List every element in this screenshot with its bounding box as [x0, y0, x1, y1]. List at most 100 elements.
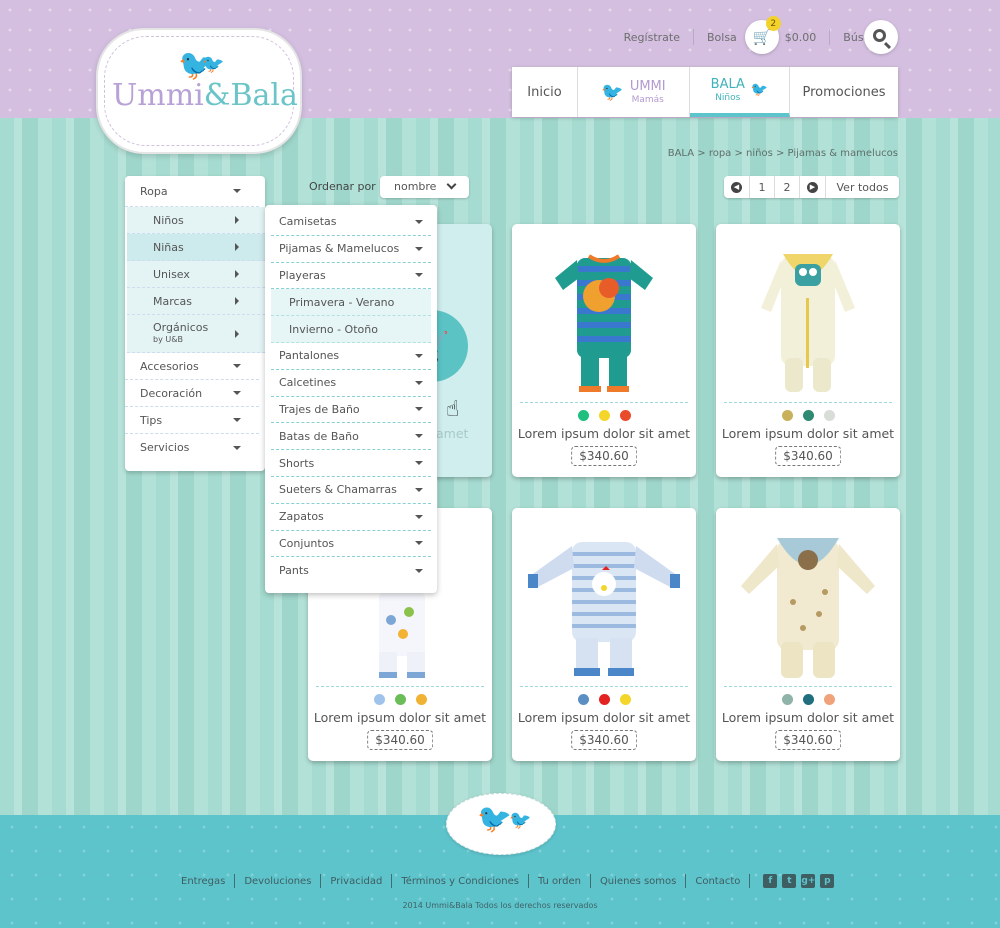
nav-item-bala[interactable]: BALA Niños 🐦 [690, 67, 790, 117]
submenu-subitem[interactable]: Primavera - Verano [271, 289, 431, 317]
product-price: $340.60 [571, 730, 637, 750]
color-swatch[interactable] [781, 694, 793, 705]
submenu-item[interactable]: Playeras [271, 263, 431, 290]
sidebar-subitem-marcas[interactable]: Marcas [127, 288, 265, 315]
sidebar-item-label: Unisex [153, 267, 190, 281]
footer-link-contacto[interactable]: Contacto [695, 876, 740, 887]
prev-page-button[interactable]: ◀ [724, 176, 750, 198]
submenu-item[interactable]: Camisetas [271, 209, 431, 236]
hand-cursor-icon: ☝ [446, 397, 460, 422]
caret-down-icon [415, 407, 423, 412]
caret-down-icon [233, 418, 241, 422]
logo[interactable]: 🐦 🐦 Ummi&Bala [96, 28, 302, 154]
nav-label: Inicio [527, 84, 562, 100]
sidebar-item-servicios[interactable]: Servicios [125, 434, 259, 461]
cart-button[interactable]: 🛒 2 [744, 16, 781, 54]
product-image[interactable] [726, 516, 890, 688]
submenu-item[interactable]: Trajes de Baño [271, 397, 431, 424]
page-button[interactable]: 2 [775, 176, 800, 198]
sidebar-item-label: Tips [140, 413, 163, 427]
color-swatch[interactable] [598, 694, 610, 705]
google-plus-icon[interactable]: g+ [801, 874, 816, 888]
product-image[interactable] [726, 232, 890, 404]
color-options [512, 410, 696, 421]
submenu-item[interactable]: Sueters & Chamarras [271, 477, 431, 504]
facebook-icon[interactable]: f [763, 874, 778, 888]
submenu-item[interactable]: Calcetines [271, 370, 431, 397]
product-card[interactable]: Lorem ipsum dolor sit amet $340.60 [512, 224, 696, 477]
twitter-icon[interactable]: t [782, 874, 797, 888]
caret-down-icon [233, 364, 241, 368]
footer-links: Entregas Devoluciones Privacidad Término… [181, 874, 835, 888]
breadcrumb[interactable]: BALA > ropa > niños > Pijamas & mameluco… [668, 148, 898, 159]
submenu-item[interactable]: Conjuntos [271, 531, 431, 558]
submenu-item[interactable]: Pijamas & Mamelucos [271, 236, 431, 263]
submenu-item[interactable]: Shorts [271, 450, 431, 477]
submenu-item[interactable]: Pants [271, 557, 431, 584]
footer-link-entregas[interactable]: Entregas [181, 876, 225, 887]
register-link[interactable]: Regístrate [624, 31, 680, 44]
bird-icon: 🐦 [477, 802, 512, 835]
logo-wordmark: Ummi&Bala [112, 78, 298, 113]
color-swatch[interactable] [823, 694, 835, 705]
color-swatch[interactable] [415, 694, 427, 705]
sidebar-item-tips[interactable]: Tips [125, 407, 259, 434]
next-page-button[interactable]: ▶ [800, 176, 826, 198]
search-button[interactable] [864, 20, 898, 54]
product-image[interactable] [522, 516, 686, 688]
color-swatch[interactable] [394, 694, 406, 705]
nav-item-ummi[interactable]: 🐦 UMMI Mamás [578, 67, 690, 117]
color-swatch[interactable] [619, 410, 631, 421]
view-all-link[interactable]: Ver todos [826, 176, 899, 198]
caret-down-icon [415, 380, 423, 385]
footer-link-terminos[interactable]: Términos y Condiciones [401, 876, 519, 887]
caret-down-icon [233, 391, 241, 395]
product-card[interactable]: Lorem ipsum dolor sit amet $340.60 [716, 224, 900, 477]
caret-right-icon [235, 216, 239, 224]
caret-down-icon [415, 487, 423, 492]
footer-link-devoluciones[interactable]: Devoluciones [244, 876, 311, 887]
color-swatch[interactable] [577, 410, 589, 421]
color-swatch[interactable] [577, 694, 589, 705]
top-links: Regístrate Bolsa 🛒 2 $0.00 Búsqueda [624, 16, 898, 54]
color-swatch[interactable] [802, 694, 814, 705]
product-card[interactable]: Lorem ipsum dolor sit amet $340.60 [512, 508, 696, 761]
product-name[interactable]: Lorem ipsum dolor sit amet [308, 710, 492, 725]
submenu-item[interactable]: Zapatos [271, 504, 431, 531]
submenu-subitem[interactable]: Invierno - Otoño [271, 316, 431, 343]
product-name[interactable]: Lorem ipsum dolor sit amet [716, 426, 900, 441]
page-button[interactable]: 1 [750, 176, 775, 198]
color-swatch[interactable] [802, 410, 814, 421]
logo-text-amp: & [203, 78, 231, 113]
nav-item-inicio[interactable]: Inicio [512, 67, 578, 117]
product-card[interactable]: Lorem ipsum dolor sit amet $340.60 [716, 508, 900, 761]
sidebar-subitem-unisex[interactable]: Unisex [127, 261, 265, 288]
color-swatch[interactable] [781, 410, 793, 421]
sidebar-subitem-ninas[interactable]: Niñas [127, 234, 265, 261]
nav-item-promociones[interactable]: Promociones [790, 67, 898, 117]
footer-logo[interactable]: 🐦 🐦 [446, 793, 556, 855]
footer-link-tu-orden[interactable]: Tu orden [538, 876, 581, 887]
color-swatch[interactable] [373, 694, 385, 705]
color-swatch[interactable] [823, 410, 835, 421]
submenu-item[interactable]: Pantalones [271, 343, 431, 370]
sort-select[interactable]: nombre [380, 176, 469, 198]
cart-total: $0.00 [784, 30, 817, 44]
sidebar-item-ropa[interactable]: Ropa [125, 176, 259, 207]
color-swatch[interactable] [619, 694, 631, 705]
sidebar-subitem-organicos[interactable]: Orgánicos by U&B [127, 315, 265, 353]
sidebar-item-decoracion[interactable]: Decoración [125, 380, 259, 407]
product-name[interactable]: Lorem ipsum dolor sit amet [512, 710, 696, 725]
footer-link-quienes-somos[interactable]: Quienes somos [600, 876, 676, 887]
product-image[interactable] [522, 232, 686, 404]
footer-link-privacidad[interactable]: Privacidad [330, 876, 382, 887]
product-name[interactable]: Lorem ipsum dolor sit amet [716, 710, 900, 725]
sidebar-subitem-ninos[interactable]: Niños [127, 207, 265, 234]
submenu-item[interactable]: Batas de Baño [271, 423, 431, 451]
sidebar-item-accesorios[interactable]: Accesorios [125, 353, 259, 380]
sidebar-item-label: Servicios [140, 441, 190, 454]
color-swatch[interactable] [598, 410, 610, 421]
caret-right-icon [235, 243, 239, 251]
pinterest-icon[interactable]: p [820, 874, 835, 888]
product-name[interactable]: Lorem ipsum dolor sit amet [512, 426, 696, 441]
